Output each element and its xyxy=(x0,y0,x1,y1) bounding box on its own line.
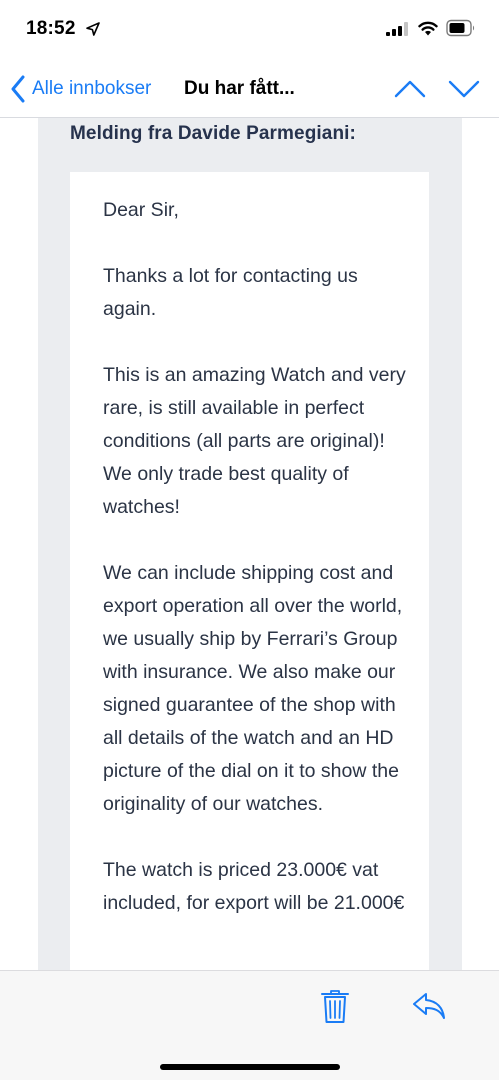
quoted-sender-header: Melding fra Davide Parmegiani: xyxy=(70,123,356,144)
message-paragraph: The watch is priced 23.000€ vat included… xyxy=(103,859,405,914)
message-content[interactable]: Melding fra Davide Parmegiani: Dear Sir,… xyxy=(0,118,499,970)
message-paragraph: Thanks a lot for contacting us again. xyxy=(103,265,358,320)
message-body: Dear Sir, Thanks a lot for contacting us… xyxy=(103,194,413,953)
message-paragraph: Dear Sir, xyxy=(103,199,179,221)
status-time: 18:52 xyxy=(26,18,76,39)
status-bar: 18:52 xyxy=(0,0,499,60)
location-arrow-icon xyxy=(86,22,100,36)
battery-icon xyxy=(446,19,475,37)
message-paragraph: This is an amazing Watch and very rare, … xyxy=(103,364,406,518)
previous-message-chevron-up-icon[interactable] xyxy=(393,78,427,100)
wifi-icon xyxy=(418,21,438,36)
message-subject-title: Du har fått... xyxy=(184,78,295,99)
mail-screen: 18:52 Alle innbokser Du har fått... Meld… xyxy=(0,0,499,1080)
chevron-left-icon xyxy=(11,75,25,103)
navigation-bar: Alle innbokser Du har fått... xyxy=(0,60,499,118)
back-to-inboxes-button[interactable]: Alle innbokser xyxy=(10,74,151,104)
bottom-toolbar xyxy=(0,970,499,1080)
quoted-message-panel: Melding fra Davide Parmegiani: Dear Sir,… xyxy=(38,118,462,970)
back-button-label: Alle innbokser xyxy=(32,78,152,99)
message-paragraph: We can include shipping cost and export … xyxy=(103,562,403,815)
trash-icon[interactable] xyxy=(320,989,350,1025)
message-card: Dear Sir, Thanks a lot for contacting us… xyxy=(70,172,429,970)
home-indicator xyxy=(160,1064,340,1070)
reply-icon[interactable] xyxy=(412,991,446,1021)
cellular-signal-icon xyxy=(386,22,408,36)
next-message-chevron-down-icon[interactable] xyxy=(447,78,481,100)
